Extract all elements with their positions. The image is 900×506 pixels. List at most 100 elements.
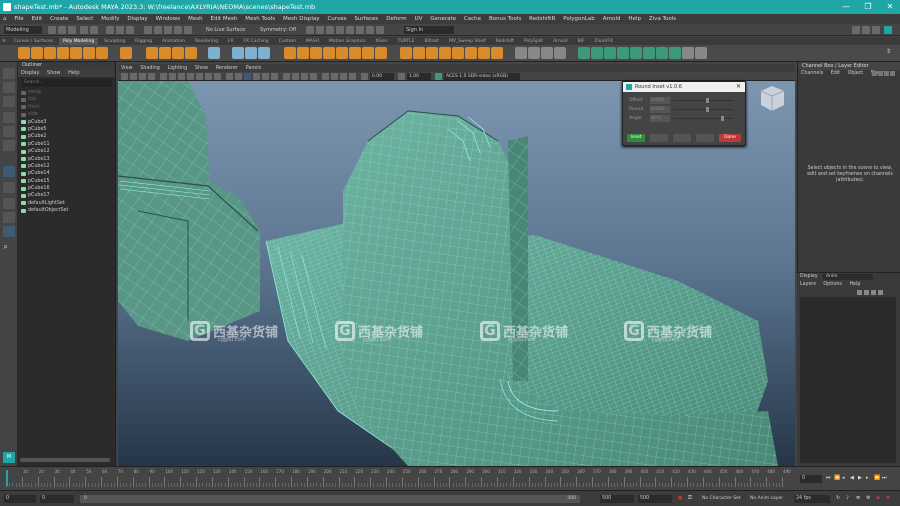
menu-help[interactable]: Help [625, 14, 644, 24]
view-transform-dropdown[interactable]: ACES 1.0 SDR-video (sRGB) [444, 73, 520, 80]
outliner-item[interactable]: pCube3 [18, 119, 115, 126]
channel-box-icons[interactable] [872, 71, 896, 77]
menu-modify[interactable]: Modify [98, 14, 122, 24]
super-shape-icon[interactable] [146, 47, 158, 59]
select-component-icon[interactable] [126, 26, 134, 34]
save-scene-icon[interactable] [68, 26, 76, 34]
sweep-mesh-icon[interactable] [159, 47, 171, 59]
done-button[interactable]: Done [719, 134, 741, 142]
channel-box-menu-channels[interactable]: Channels [798, 71, 826, 76]
go-to-start-icon[interactable]: ⏮ [826, 475, 832, 482]
xray-joints-icon[interactable] [340, 73, 347, 80]
plugin-tool-6-icon[interactable] [656, 47, 668, 59]
outliner-scrollbar[interactable] [20, 458, 110, 462]
depth-of-field-icon[interactable] [310, 73, 317, 80]
step-back-key-icon[interactable]: ⏪ [834, 475, 840, 482]
outliner-menu-display[interactable]: Display [18, 70, 42, 76]
exposure-icon[interactable] [361, 73, 368, 80]
camera-select-icon[interactable] [121, 73, 128, 80]
paint-select-icon[interactable] [3, 96, 15, 107]
open-scene-icon[interactable] [58, 26, 66, 34]
plugin-tool-5-icon[interactable] [643, 47, 655, 59]
fps-dropdown[interactable]: 24 fps [794, 495, 830, 503]
render-settings-icon[interactable] [346, 26, 354, 34]
insert-edge-loop-icon[interactable] [413, 47, 425, 59]
ipr-render-icon[interactable] [336, 26, 344, 34]
outliner-item[interactable]: side [18, 111, 115, 118]
boolean-icon[interactable] [258, 47, 270, 59]
planar-map-icon[interactable] [528, 47, 540, 59]
snap-point-icon[interactable] [164, 26, 172, 34]
menu-surfaces[interactable]: Surfaces [351, 14, 381, 24]
go-to-end-icon[interactable]: ⏭ [882, 475, 888, 482]
plugin-tool-2-icon[interactable] [604, 47, 616, 59]
loop-icon[interactable]: ↻ [836, 495, 842, 502]
channel-box-menu-edit[interactable]: Edit [828, 71, 843, 76]
layer-list[interactable] [800, 297, 896, 463]
safe-title-icon[interactable] [214, 73, 221, 80]
dialog-slider-track[interactable] [673, 109, 733, 110]
menu-cache[interactable]: Cache [461, 14, 484, 24]
step-forward-frame-icon[interactable]: ▸ [866, 475, 872, 482]
outliner-item[interactable]: pCube15 [18, 178, 115, 185]
auto-key-icon[interactable]: ● [678, 495, 684, 502]
outliner-layout-icon[interactable] [3, 212, 15, 223]
viewport-menu-shading[interactable]: Shading [137, 66, 163, 71]
menu-edit-mesh[interactable]: Edit Mesh [207, 14, 240, 24]
menu-ziva-tools[interactable]: Ziva Tools [646, 14, 679, 24]
tool-settings-toggle-icon[interactable] [872, 26, 880, 34]
exposure-field[interactable]: 0.00 [370, 73, 394, 80]
shadows-icon[interactable] [271, 73, 278, 80]
time-slider[interactable]: 10 20 30 40 50 60 70 80 90 100 110 120 130 140 150 160 1… [0, 466, 900, 490]
dialog-field-input[interactable]: 0.000 [650, 106, 670, 113]
outliner-item[interactable]: pCube14 [18, 170, 115, 177]
menu-display[interactable]: Display [124, 14, 150, 24]
poly-plane-icon[interactable] [83, 47, 95, 59]
mel-script-icon[interactable]: M [3, 452, 15, 463]
poly-cone-icon[interactable] [57, 47, 69, 59]
select-tool-icon[interactable] [3, 68, 15, 79]
anti-aliasing-icon[interactable] [301, 73, 308, 80]
move-tool-icon[interactable] [3, 112, 15, 123]
close-button[interactable]: ✕ [880, 0, 900, 14]
textured-icon[interactable] [253, 73, 260, 80]
four-pane-layout-icon[interactable] [3, 182, 15, 193]
animation-prefs-icon[interactable]: ⚙ [866, 495, 872, 502]
poly-torus-icon[interactable] [70, 47, 82, 59]
scale-tool-icon[interactable] [3, 140, 15, 151]
outliner-item[interactable]: top [18, 96, 115, 103]
circularize-icon[interactable] [439, 47, 451, 59]
menu-mesh-tools[interactable]: Mesh Tools [242, 14, 278, 24]
outliner-menu-help[interactable]: Help [65, 70, 82, 76]
left-mesh-object[interactable] [118, 81, 260, 341]
lasso-tool-icon[interactable] [3, 82, 15, 93]
outliner-item[interactable]: pCube2 [18, 133, 115, 140]
outliner-item[interactable]: persp [18, 89, 115, 96]
two-pane-layout-icon[interactable] [3, 198, 15, 209]
smooth-shade-icon[interactable] [235, 73, 242, 80]
offset-edge-loop-icon[interactable] [426, 47, 438, 59]
symmetry-label[interactable]: Symmetry: Off [258, 26, 298, 34]
multi-cut-icon[interactable] [400, 47, 412, 59]
play-forwards-icon[interactable]: ▶ [858, 475, 864, 482]
reset-button[interactable]: Reset [673, 134, 691, 142]
outliner-item[interactable]: defaultObjectSet [18, 207, 115, 214]
outliner-search-input[interactable]: Search... [21, 79, 112, 87]
outliner-item[interactable]: pCube16 [18, 185, 115, 192]
ambient-occlusion-icon[interactable] [283, 73, 290, 80]
channel-box-toggle-icon[interactable] [884, 26, 892, 34]
slide-edge-icon[interactable] [491, 47, 503, 59]
delete-edge-icon[interactable] [478, 47, 490, 59]
select-hierarchy-icon[interactable] [106, 26, 114, 34]
bridge-icon[interactable] [297, 47, 309, 59]
current-frame-field[interactable]: 0 [800, 475, 822, 483]
menu-windows[interactable]: Windows [153, 14, 184, 24]
menu-select[interactable]: Select [73, 14, 96, 24]
menu-arnold[interactable]: Arnold [600, 14, 624, 24]
layer-menu-options[interactable]: Options [820, 282, 845, 287]
grid-toggle-icon[interactable] [160, 73, 167, 80]
dialog-slider-handle[interactable] [706, 98, 709, 103]
svg-icon[interactable] [185, 47, 197, 59]
collapse-icon[interactable] [452, 47, 464, 59]
outliner-item[interactable]: pCube12 [18, 148, 115, 155]
